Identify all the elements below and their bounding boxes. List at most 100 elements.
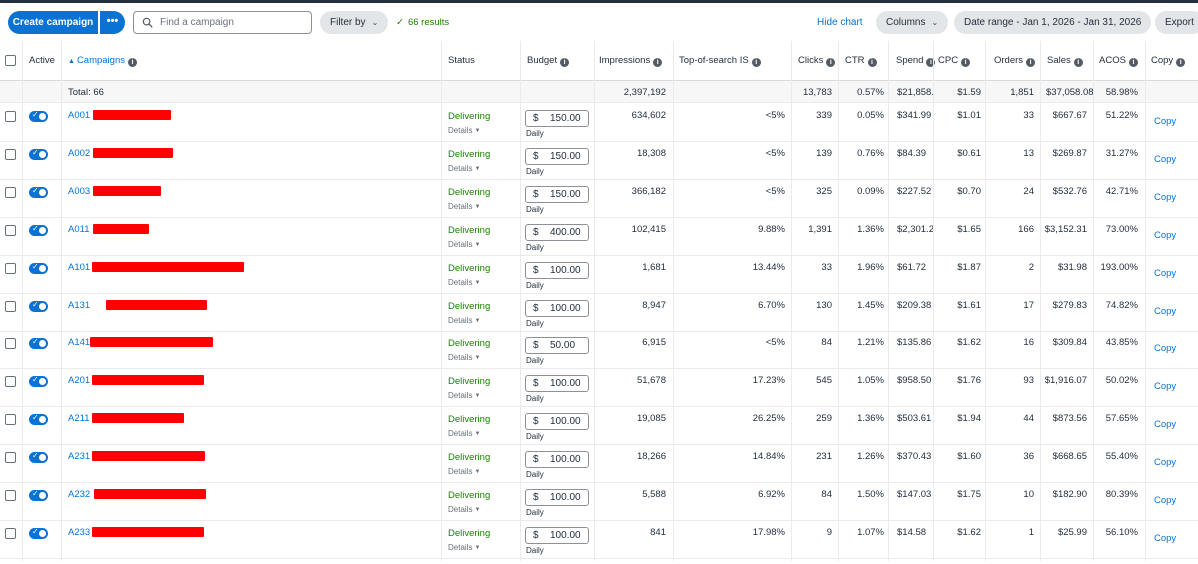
filter-by-button[interactable]: Filter by ⌄ [320, 11, 389, 34]
campaign-name-link[interactable]: A201 [68, 375, 90, 386]
row-checkbox[interactable] [5, 414, 16, 426]
header-impressions[interactable]: Impressions i [599, 55, 663, 67]
header-acos[interactable]: ACOS i [1099, 55, 1138, 67]
row-checkbox[interactable] [5, 527, 16, 539]
copy-link[interactable]: Copy [1154, 533, 1176, 544]
active-toggle[interactable]: ✓ [29, 489, 48, 501]
header-campaigns[interactable]: ▲ Campaigns i [68, 55, 137, 67]
search-input[interactable] [158, 14, 308, 31]
details-dropdown[interactable]: Details ▼ [448, 353, 480, 362]
columns-button[interactable]: Columns ⌄ [876, 11, 949, 34]
info-icon[interactable]: i [867, 58, 877, 67]
campaign-name-link[interactable]: A211 [68, 413, 89, 424]
budget-input[interactable]: $150.00 [525, 185, 589, 203]
info-icon[interactable]: i [1176, 58, 1186, 67]
create-campaign-button[interactable]: Create campaign [8, 11, 98, 34]
active-toggle[interactable]: ✓ [29, 148, 48, 160]
active-toggle[interactable]: ✓ [29, 413, 48, 426]
active-toggle[interactable]: ✓ [29, 451, 48, 464]
copy-link[interactable]: Copy [1154, 230, 1176, 241]
header-copy[interactable]: Copy i [1151, 55, 1186, 67]
campaign-name-link[interactable]: A232 [68, 489, 90, 500]
details-dropdown[interactable]: Details ▼ [448, 278, 480, 287]
copy-link[interactable]: Copy [1154, 343, 1176, 354]
active-toggle[interactable]: ✓ [29, 110, 48, 122]
row-checkbox[interactable] [5, 338, 16, 350]
info-icon[interactable]: i [653, 58, 663, 67]
copy-link[interactable]: Copy [1154, 381, 1176, 392]
row-checkbox[interactable] [5, 300, 16, 312]
budget-input[interactable]: $150.00 [525, 110, 589, 127]
info-icon[interactable]: i [128, 58, 137, 67]
campaign-name-link[interactable]: A233 [68, 527, 90, 538]
details-dropdown[interactable]: Details ▼ [448, 126, 480, 135]
details-dropdown[interactable]: Details ▼ [448, 429, 480, 438]
campaign-name-link[interactable]: A003 [68, 186, 90, 197]
details-dropdown[interactable]: Details ▼ [448, 316, 480, 325]
budget-input[interactable]: $400.00 [525, 223, 589, 241]
info-icon[interactable]: i [751, 58, 761, 67]
copy-link[interactable]: Copy [1154, 268, 1176, 279]
active-toggle[interactable]: ✓ [29, 300, 48, 312]
budget-input[interactable]: $100.00 [525, 261, 589, 279]
header-budget[interactable]: Budget i [527, 55, 570, 67]
budget-input[interactable]: $100.00 [525, 489, 589, 506]
header-spend[interactable]: Spend i [896, 55, 936, 67]
row-checkbox[interactable] [5, 111, 16, 122]
copy-link[interactable]: Copy [1154, 306, 1176, 317]
budget-input[interactable]: $50.00 [525, 337, 589, 355]
row-checkbox[interactable] [5, 148, 16, 160]
active-toggle[interactable]: ✓ [29, 527, 48, 539]
info-icon[interactable]: i [1026, 58, 1036, 67]
export-button[interactable]: Export [1155, 11, 1198, 34]
active-toggle[interactable]: ✓ [29, 186, 48, 198]
copy-link[interactable]: Copy [1154, 457, 1176, 468]
info-icon[interactable]: i [961, 58, 971, 67]
copy-link[interactable]: Copy [1154, 116, 1176, 127]
copy-link[interactable]: Copy [1154, 192, 1176, 203]
row-checkbox[interactable] [5, 376, 16, 388]
header-sales[interactable]: Sales i [1047, 55, 1083, 67]
details-dropdown[interactable]: Details ▼ [448, 505, 480, 514]
campaign-name-link[interactable]: A011 [68, 224, 89, 235]
details-dropdown[interactable]: Details ▼ [448, 543, 480, 552]
row-checkbox[interactable] [5, 224, 16, 236]
info-icon[interactable]: i [826, 58, 836, 67]
campaign-name-link[interactable]: A001 [68, 110, 90, 121]
budget-input[interactable]: $150.00 [525, 147, 589, 165]
details-dropdown[interactable]: Details ▼ [448, 467, 480, 476]
header-orders[interactable]: Orders i [994, 55, 1036, 67]
campaign-name-link[interactable]: A002 [68, 148, 90, 159]
header-cpc[interactable]: CPC i [938, 55, 971, 67]
row-checkbox[interactable] [5, 490, 16, 501]
campaign-name-link[interactable]: A231 [68, 451, 90, 462]
info-icon[interactable]: i [1128, 58, 1138, 67]
header-ctr[interactable]: CTR i [845, 55, 877, 67]
info-icon[interactable]: i [560, 58, 570, 67]
info-icon[interactable]: i [926, 58, 936, 67]
more-options-button[interactable]: ••• [100, 11, 125, 34]
hide-chart-link[interactable]: Hide chart [817, 17, 863, 28]
active-toggle[interactable]: ✓ [29, 262, 48, 274]
active-toggle[interactable]: ✓ [29, 375, 48, 388]
details-dropdown[interactable]: Details ▼ [448, 202, 480, 211]
header-top-of-search[interactable]: Top-of-search IS i [679, 55, 761, 67]
details-dropdown[interactable]: Details ▼ [448, 391, 480, 400]
details-dropdown[interactable]: Details ▼ [448, 164, 480, 173]
campaign-name-link[interactable]: A131 [68, 300, 90, 311]
search-field[interactable] [133, 11, 312, 34]
header-clicks[interactable]: Clicks i [798, 55, 836, 67]
copy-link[interactable]: Copy [1154, 154, 1176, 165]
active-toggle[interactable]: ✓ [29, 337, 48, 350]
campaign-name-link[interactable]: A141 [68, 337, 90, 348]
budget-input[interactable]: $100.00 [525, 299, 589, 317]
info-icon[interactable]: i [1073, 58, 1083, 67]
active-toggle[interactable]: ✓ [29, 224, 48, 236]
budget-input[interactable]: $100.00 [525, 413, 589, 431]
copy-link[interactable]: Copy [1154, 419, 1176, 430]
date-range-button[interactable]: Date range - Jan 1, 2026 - Jan 31, 2026 [954, 11, 1152, 34]
budget-input[interactable]: $100.00 [525, 526, 589, 544]
campaign-name-link[interactable]: A101 [68, 262, 90, 273]
budget-input[interactable]: $100.00 [525, 375, 589, 393]
select-all-checkbox[interactable] [5, 55, 16, 66]
